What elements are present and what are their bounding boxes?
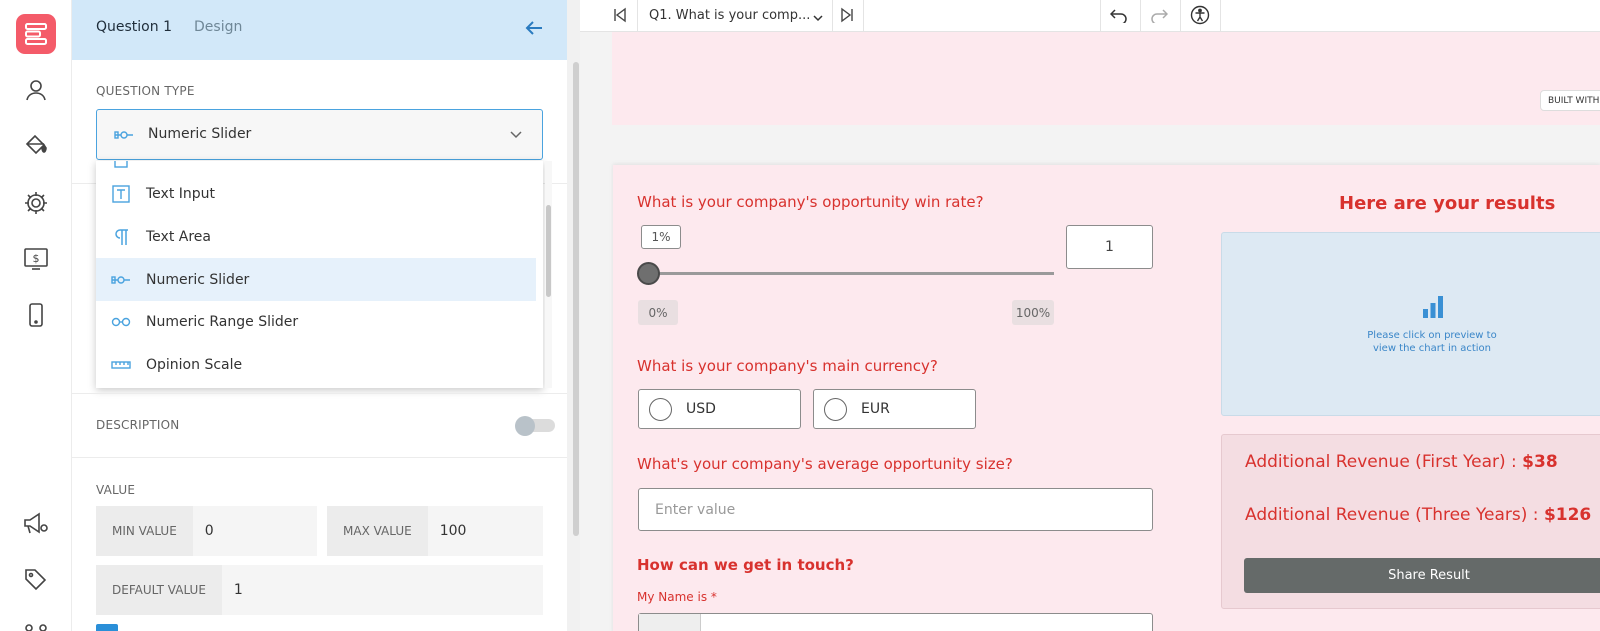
tab-design[interactable]: Design (194, 19, 242, 35)
slider-icon (114, 127, 134, 146)
undo-icon[interactable] (1109, 7, 1128, 27)
value-label: VALUE (96, 483, 136, 497)
radio-label: USD (686, 401, 716, 417)
chevron-down-icon[interactable] (812, 9, 824, 28)
chart-hint: Please click on preview to view the char… (1367, 330, 1497, 354)
bar-chart-icon (1422, 295, 1444, 323)
dropdown-item-numeric-slider[interactable]: Numeric Slider (96, 258, 536, 301)
dropdown-item-text-area[interactable]: Text Area (96, 215, 536, 258)
question-type-select[interactable]: Numeric Slider (96, 109, 543, 160)
preview-toolbar: Q1. What is your comp... (580, 0, 1600, 32)
paragraph-icon (96, 228, 146, 246)
dropdown-item-label: Numeric Range Slider (146, 313, 299, 330)
tab-question[interactable]: Question 1 (96, 19, 172, 35)
megaphone-gear-icon[interactable] (20, 508, 52, 540)
default-value-field[interactable]: DEFAULT VALUE 1 (96, 565, 543, 615)
min-value-input[interactable]: 0 (193, 523, 214, 539)
preview-header-area (612, 32, 1600, 125)
radio-circle (649, 397, 672, 421)
results-chart-placeholder[interactable]: Please click on preview to view the char… (1221, 232, 1600, 416)
dropdown-item-label: Text Input (146, 185, 216, 202)
dropdown-item-label: Opinion Scale (146, 356, 243, 373)
question-type-dropdown: Text Input Text Area Numeric Slider Nume… (96, 161, 543, 388)
built-with-badge[interactable]: BUILT WITH (1540, 90, 1600, 111)
back-arrow-icon[interactable] (524, 18, 544, 42)
revenue-first-year: Additional Revenue (First Year) : $38 (1245, 452, 1558, 472)
name-input[interactable] (638, 613, 1153, 631)
opportunity-size-input[interactable]: Enter value (638, 488, 1153, 531)
question-type-selected: Numeric Slider (148, 126, 252, 142)
results-heading: Here are your results (1339, 193, 1556, 214)
radio-usd[interactable]: USD (638, 389, 801, 429)
radio-circle (824, 397, 847, 421)
max-value-input[interactable]: 100 (428, 523, 467, 539)
q1-value-input[interactable]: 1 (1066, 225, 1153, 269)
svg-text:$: $ (33, 252, 40, 265)
slider-tooltip: 1% (641, 225, 681, 249)
dropdown-item-label: Text Area (146, 228, 211, 245)
name-label: My Name is * (637, 590, 717, 604)
tags-icon[interactable] (20, 563, 52, 595)
question-select[interactable]: Q1. What is your comp... (649, 8, 810, 23)
default-value-input[interactable]: 1 (222, 582, 243, 598)
min-value-label: MIN VALUE (96, 506, 193, 556)
dropdown-item-numeric-range-slider[interactable]: Numeric Range Slider (96, 300, 536, 343)
dropdown-item-text-input[interactable]: Text Input (96, 172, 536, 215)
last-question-icon[interactable] (839, 7, 855, 27)
dropdown-item-label: Numeric Slider (146, 271, 250, 288)
dollar-screen-icon[interactable]: $ (20, 243, 52, 275)
list-icon (96, 161, 146, 168)
share-result-button[interactable]: Share Result (1244, 558, 1600, 593)
radio-label: EUR (861, 401, 890, 417)
slider-icon (96, 273, 146, 287)
default-value-label: DEFAULT VALUE (96, 565, 222, 615)
left-rail: $ (0, 0, 72, 631)
radio-eur[interactable]: EUR (813, 389, 976, 429)
slider-thumb[interactable] (636, 262, 660, 285)
first-question-icon[interactable] (612, 7, 628, 27)
redo-icon[interactable] (1150, 7, 1169, 27)
text-input-icon (96, 184, 146, 203)
q1-text: What is your company's opportunity win r… (637, 193, 984, 211)
user-icon (639, 614, 701, 631)
slider-track[interactable] (640, 272, 1054, 275)
q3-text: What's your company's average opportunit… (637, 455, 1013, 473)
q2-text: What is your company's main currency? (637, 357, 938, 375)
range-slider-icon (96, 315, 146, 329)
chevron-down-icon (509, 126, 523, 145)
logo-icon[interactable] (16, 14, 56, 54)
max-value-field[interactable]: MAX VALUE 100 (327, 506, 543, 556)
ruler-icon (96, 360, 146, 370)
question-settings-panel: Question 1 Design QUESTION TYPE Numeric … (72, 0, 567, 631)
description-toggle-knob (515, 416, 535, 436)
gear-icon[interactable] (20, 187, 52, 219)
checkbox[interactable] (96, 624, 118, 631)
accessibility-icon[interactable] (1190, 5, 1210, 29)
contact-heading: How can we get in touch? (637, 556, 854, 574)
description-label: DESCRIPTION (96, 418, 180, 432)
paint-bucket-icon[interactable] (20, 130, 52, 162)
dropdown-scrollbar[interactable] (546, 205, 551, 297)
panel-scrollbar[interactable] (573, 62, 579, 536)
slider-min-chip: 0% (638, 300, 678, 325)
panel-header: Question 1 Design (72, 0, 567, 60)
dropdown-item-opinion-scale[interactable]: Opinion Scale (96, 343, 536, 386)
question-type-label: QUESTION TYPE (96, 84, 195, 98)
more-icon[interactable] (20, 616, 52, 631)
mobile-icon[interactable] (20, 299, 52, 331)
max-value-label: MAX VALUE (327, 506, 428, 556)
user-icon[interactable] (20, 74, 52, 106)
revenue-three-years: Additional Revenue (Three Years) : $126 (1245, 505, 1592, 525)
min-value-field[interactable]: MIN VALUE 0 (96, 506, 317, 556)
slider-max-chip: 100% (1012, 300, 1054, 325)
